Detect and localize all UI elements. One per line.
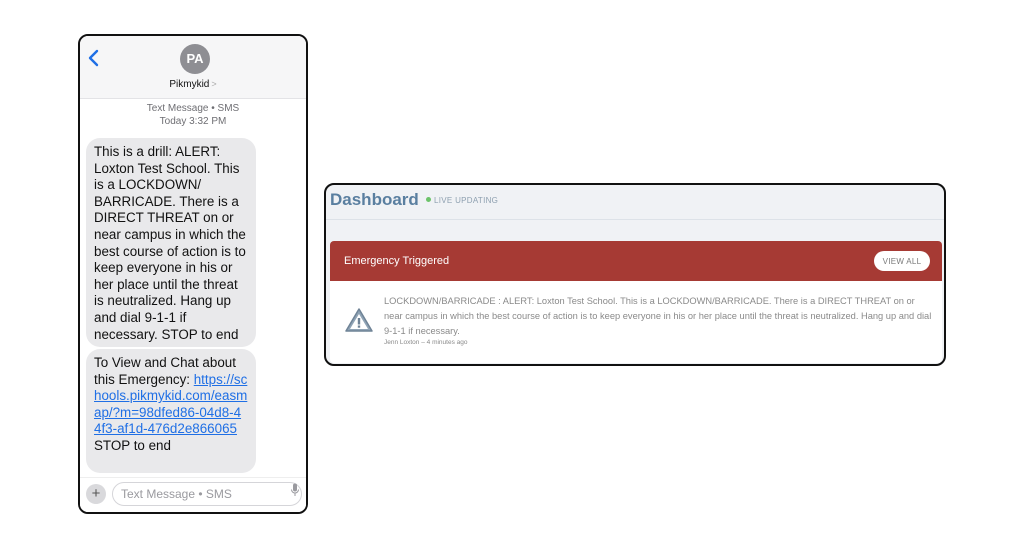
dashboard-title: Dashboard: [330, 190, 419, 209]
emergency-panel-title: Emergency Triggered: [344, 255, 450, 267]
contact-name[interactable]: Pikmykid >: [80, 79, 306, 90]
live-dot-icon: [426, 197, 431, 202]
contact-avatar[interactable]: PA: [180, 44, 210, 74]
message-composer: + Text Message • SMS: [80, 477, 306, 512]
back-chevron-icon[interactable]: [86, 48, 100, 68]
warning-triangle-icon: [345, 308, 373, 332]
phone-screen: PA Pikmykid > Text Message • SMS Today 3:…: [78, 34, 308, 514]
message-meta: Text Message • SMS Today 3:32 PM: [80, 102, 306, 128]
contact-name-label: Pikmykid: [169, 79, 210, 90]
message-bubble[interactable]: This is a drill: ALERT: Loxton Test Scho…: [86, 138, 256, 347]
conversation-header: PA Pikmykid >: [80, 36, 306, 99]
message-input[interactable]: Text Message • SMS: [112, 482, 302, 506]
alert-meta: Jenn Loxton – 4 minutes ago: [384, 339, 468, 346]
emergency-panel-header: Emergency Triggered VIEW ALL: [330, 241, 942, 281]
message-bubble[interactable]: To View and Chat about this Emergency: h…: [86, 349, 256, 473]
view-all-button[interactable]: VIEW ALL: [874, 251, 930, 271]
plus-icon[interactable]: +: [86, 484, 106, 504]
message-text: This is a drill: ALERT: Loxton Test Scho…: [94, 144, 246, 342]
message-timestamp: Today 3:32 PM: [159, 116, 227, 127]
alert-age: 4 minutes ago: [426, 339, 468, 346]
alert-message[interactable]: LOCKDOWN/BARRICADE : ALERT: Loxton Test …: [384, 294, 932, 339]
contact-chevron-icon: >: [211, 79, 217, 89]
live-updating-label: LIVE UPDATING: [434, 196, 499, 205]
emergency-panel: Emergency Triggered VIEW ALL LOCKDOWN/BA…: [330, 241, 942, 363]
message-type: Text Message • SMS: [146, 103, 240, 114]
live-updating-indicator: LIVE UPDATING: [426, 196, 498, 205]
dashboard-window: Dashboard LIVE UPDATING Emergency Trigge…: [324, 183, 946, 366]
microphone-icon[interactable]: [290, 483, 300, 497]
divider: [326, 219, 944, 220]
alert-author: Jenn Loxton: [384, 339, 420, 346]
message-text: STOP to end: [94, 437, 171, 453]
